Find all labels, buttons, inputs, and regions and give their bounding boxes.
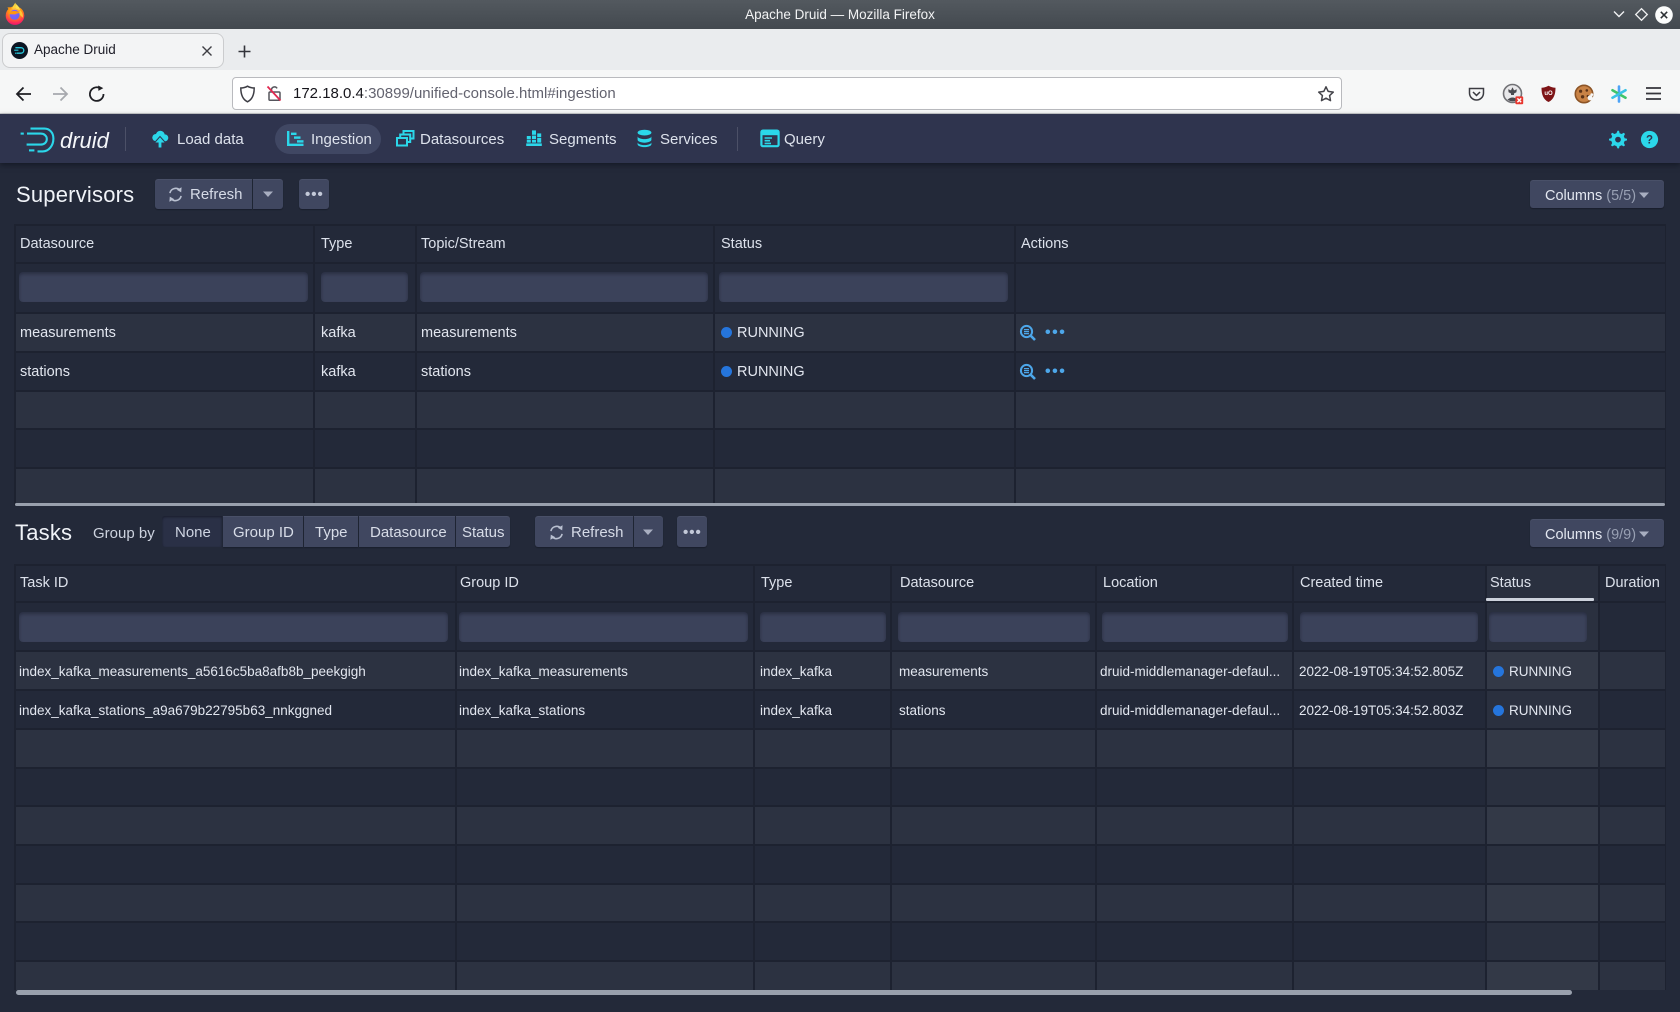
svg-text:uO: uO — [1544, 91, 1553, 97]
svg-text:?: ? — [1646, 135, 1653, 147]
